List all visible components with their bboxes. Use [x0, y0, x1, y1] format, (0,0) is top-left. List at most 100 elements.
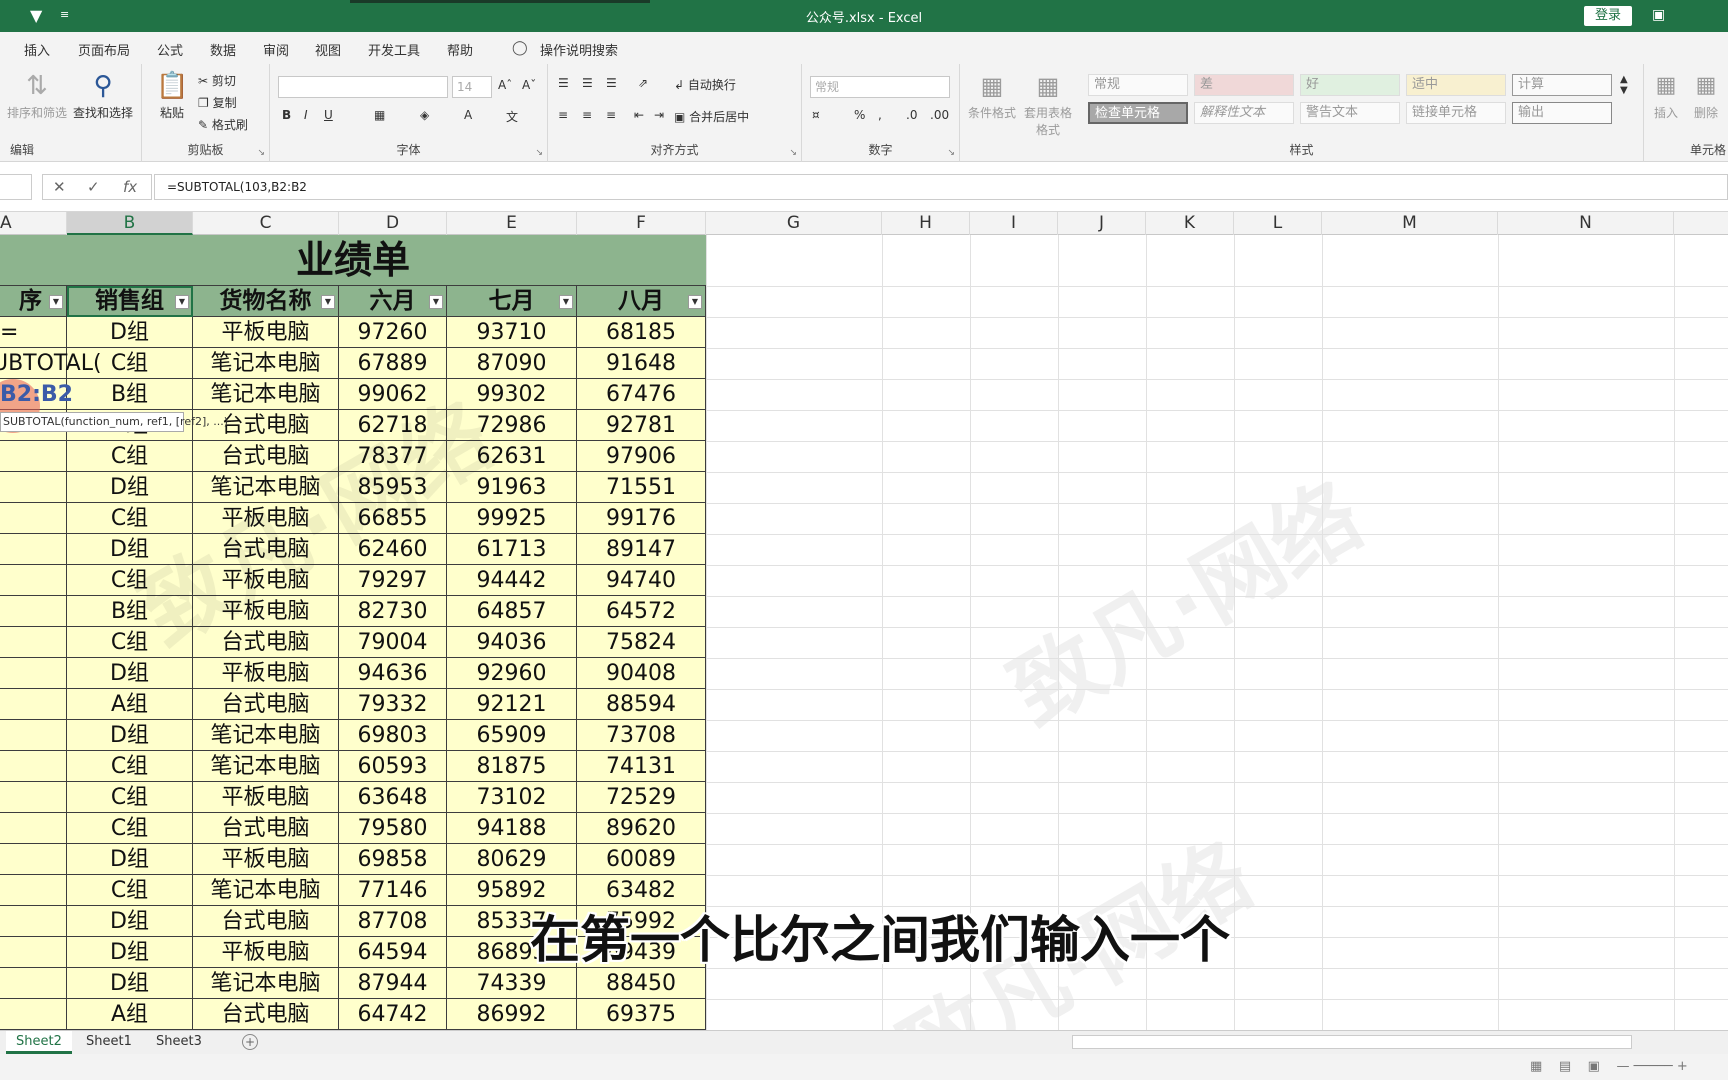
- merge-center-button[interactable]: ▣ 合并后居中: [674, 108, 749, 125]
- cell-august[interactable]: 89620: [577, 813, 706, 844]
- cell-group[interactable]: D组: [67, 968, 193, 999]
- increase-decimal-icon[interactable]: .0: [906, 108, 917, 122]
- style-bad[interactable]: 差: [1194, 74, 1294, 96]
- font-name-combo[interactable]: [278, 76, 448, 98]
- cell-june[interactable]: 97260: [339, 317, 447, 348]
- cell-group[interactable]: C组: [67, 441, 193, 472]
- cell-seq[interactable]: [0, 844, 67, 875]
- cell-group[interactable]: B组: [67, 379, 193, 410]
- column-header-k[interactable]: K: [1146, 212, 1234, 235]
- column-header-h[interactable]: H: [882, 212, 970, 235]
- cell-seq[interactable]: [0, 565, 67, 596]
- cell-august[interactable]: 72529: [577, 782, 706, 813]
- header-cell-august[interactable]: 八月 ▼: [577, 286, 706, 317]
- tab-page-layout[interactable]: 页面布局: [78, 40, 130, 59]
- cell-august[interactable]: 97906: [577, 441, 706, 472]
- cell-group[interactable]: C组: [67, 813, 193, 844]
- cell-august[interactable]: 90408: [577, 658, 706, 689]
- cell-july[interactable]: 87090: [447, 348, 577, 379]
- cell-july[interactable]: 92960: [447, 658, 577, 689]
- cell-product[interactable]: 笔记本电脑: [193, 968, 339, 999]
- cell-june[interactable]: 87944: [339, 968, 447, 999]
- cell-product[interactable]: 台式电脑: [193, 813, 339, 844]
- tell-me-search[interactable]: 操作说明搜索: [540, 40, 618, 59]
- column-header-g[interactable]: G: [706, 212, 882, 235]
- cell-august[interactable]: 67476: [577, 379, 706, 410]
- fill-color-icon[interactable]: ◈: [420, 108, 429, 122]
- cell-june[interactable]: 64594: [339, 937, 447, 968]
- cell-june[interactable]: 79297: [339, 565, 447, 596]
- decrease-decimal-icon[interactable]: .00: [930, 108, 949, 122]
- tab-view[interactable]: 视图: [315, 40, 341, 59]
- cell-july[interactable]: 99925: [447, 503, 577, 534]
- delete-cells-button[interactable]: ▦ 删除: [1688, 70, 1724, 121]
- style-output[interactable]: 输出: [1512, 102, 1612, 124]
- cell-product[interactable]: 平板电脑: [193, 782, 339, 813]
- cell-july[interactable]: 86992: [447, 999, 577, 1030]
- cell-group[interactable]: A组: [67, 689, 193, 720]
- header-cell-product[interactable]: 货物名称 ▼: [193, 286, 339, 317]
- tab-review[interactable]: 审阅: [263, 40, 289, 59]
- cell-august[interactable]: 71551: [577, 472, 706, 503]
- find-select-button[interactable]: ⚲ 查找和选择: [70, 70, 136, 121]
- cell-product[interactable]: 台式电脑: [193, 689, 339, 720]
- cell-group[interactable]: D组: [67, 937, 193, 968]
- copy-button[interactable]: ❐ 复制: [198, 94, 237, 111]
- filter-dropdown-icon[interactable]: ▼: [49, 295, 63, 309]
- style-check-cell[interactable]: 检查单元格: [1088, 102, 1188, 124]
- tab-insert[interactable]: 插入: [24, 40, 50, 59]
- tab-developer[interactable]: 开发工具: [368, 40, 420, 59]
- enter-icon[interactable]: ✓: [87, 178, 100, 196]
- phonetic-icon[interactable]: 文: [506, 108, 518, 125]
- cell-august[interactable]: 75824: [577, 627, 706, 658]
- cell-august[interactable]: 88450: [577, 968, 706, 999]
- cell-product[interactable]: 笔记本电脑: [193, 379, 339, 410]
- number-format-combo[interactable]: 常规: [810, 76, 950, 98]
- cell-group[interactable]: C组: [67, 751, 193, 782]
- column-header-c[interactable]: C: [193, 212, 339, 235]
- function-icon[interactable]: fx: [123, 178, 137, 196]
- cell-group[interactable]: C组: [67, 782, 193, 813]
- cell-seq[interactable]: [0, 472, 67, 503]
- style-explanatory[interactable]: 解释性文本: [1194, 102, 1294, 124]
- cell-seq[interactable]: [0, 782, 67, 813]
- header-cell-july[interactable]: 七月 ▼: [447, 286, 577, 317]
- style-warning[interactable]: 警告文本: [1300, 102, 1400, 124]
- cell-product[interactable]: 笔记本电脑: [193, 875, 339, 906]
- column-header-n[interactable]: N: [1498, 212, 1674, 235]
- conditional-format-button[interactable]: ▦ 条件格式: [964, 70, 1020, 121]
- name-box[interactable]: [0, 174, 32, 200]
- cell-seq[interactable]: [0, 813, 67, 844]
- orientation-icon[interactable]: ⇗: [638, 76, 648, 90]
- cell-seq[interactable]: [0, 875, 67, 906]
- cell-august[interactable]: 68185: [577, 317, 706, 348]
- bold-icon[interactable]: B: [282, 108, 291, 122]
- cell-seq[interactable]: [0, 751, 67, 782]
- cell-group[interactable]: A组: [67, 999, 193, 1030]
- column-header-e[interactable]: E: [447, 212, 577, 235]
- cell-june[interactable]: 69858: [339, 844, 447, 875]
- cell-product[interactable]: 平板电脑: [193, 844, 339, 875]
- cell-june[interactable]: 79580: [339, 813, 447, 844]
- cell-june[interactable]: 94636: [339, 658, 447, 689]
- cell-august[interactable]: 74131: [577, 751, 706, 782]
- sheet-tab-sheet1[interactable]: Sheet1: [76, 1031, 142, 1054]
- cell-august[interactable]: 91648: [577, 348, 706, 379]
- style-normal[interactable]: 常规: [1088, 74, 1188, 96]
- percent-icon[interactable]: %: [854, 108, 865, 122]
- shrink-font-icon[interactable]: Aˇ: [522, 78, 536, 92]
- zoom-slider[interactable]: — ───── +: [1616, 1059, 1687, 1074]
- column-header-l[interactable]: L: [1234, 212, 1322, 235]
- sheet-title-cell[interactable]: 业绩单: [0, 235, 706, 286]
- header-cell-seq[interactable]: 序号▼: [0, 286, 67, 345]
- style-good[interactable]: 好: [1300, 74, 1400, 96]
- cell-july[interactable]: 80629: [447, 844, 577, 875]
- cell-july[interactable]: 81875: [447, 751, 577, 782]
- cell-july[interactable]: 74339: [447, 968, 577, 999]
- cell-product[interactable]: 台式电脑: [193, 999, 339, 1030]
- cell-june[interactable]: 69803: [339, 720, 447, 751]
- underline-icon[interactable]: U: [324, 108, 333, 122]
- cell-product[interactable]: 平板电脑: [193, 317, 339, 348]
- cell-seq[interactable]: [0, 968, 67, 999]
- cell-july[interactable]: 64857: [447, 596, 577, 627]
